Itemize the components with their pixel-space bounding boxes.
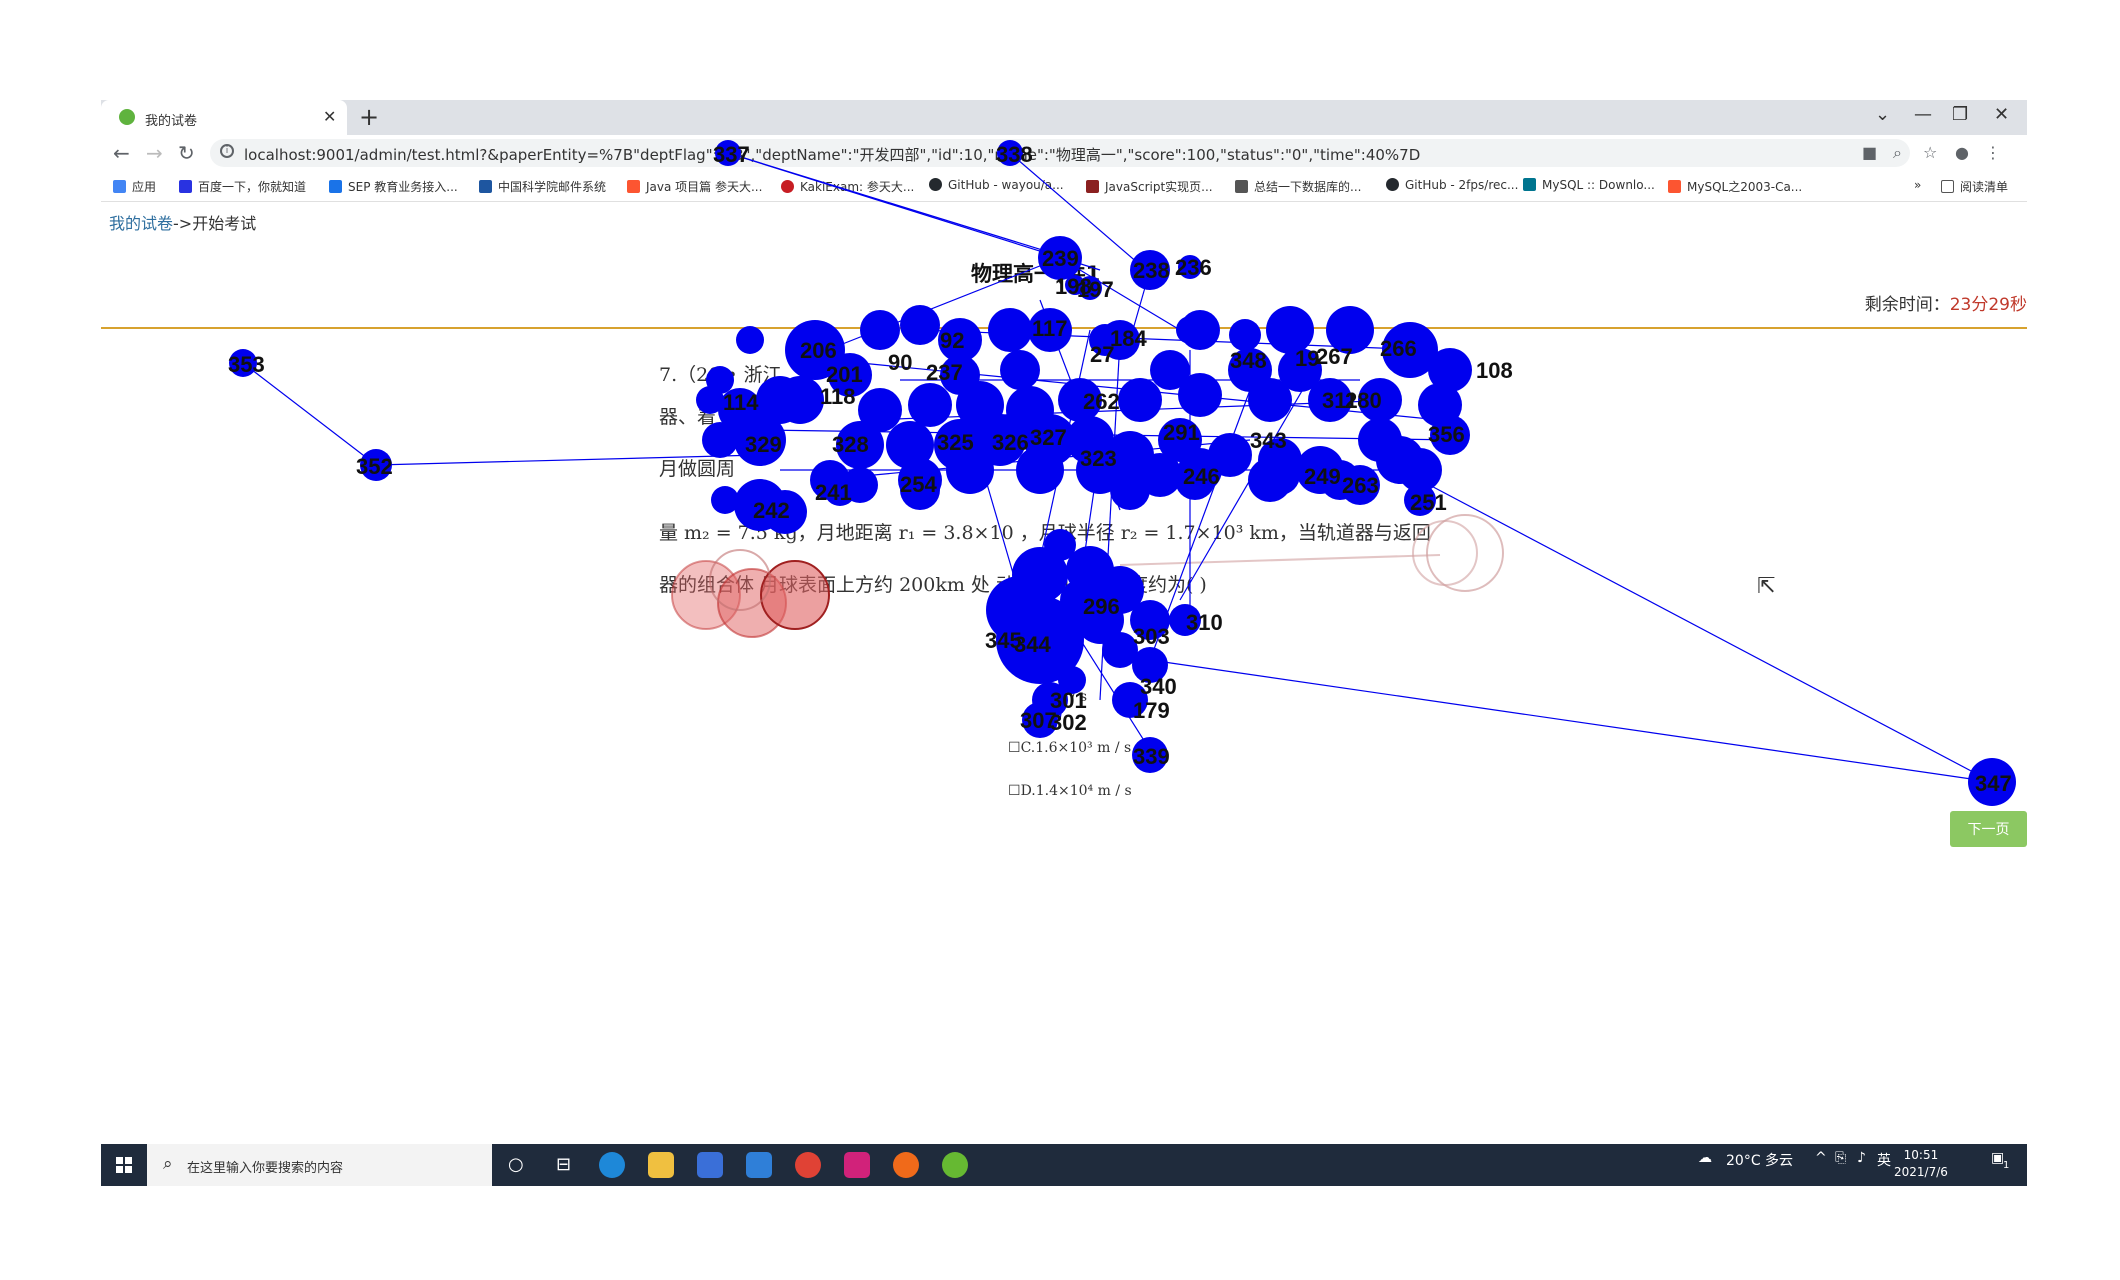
svg-text:179: 179 (1133, 698, 1170, 723)
svg-text:92: 92 (940, 328, 964, 353)
svg-text:326: 326 (992, 430, 1029, 455)
svg-text:310: 310 (1186, 610, 1223, 635)
svg-text:325: 325 (937, 430, 974, 455)
svg-text:251: 251 (1410, 490, 1447, 515)
svg-text:302: 302 (1050, 710, 1087, 735)
svg-text:303: 303 (1133, 624, 1170, 649)
svg-text:337: 337 (713, 142, 750, 167)
svg-text:241: 241 (815, 480, 852, 505)
svg-text:262: 262 (1083, 389, 1120, 414)
svg-text:249: 249 (1304, 464, 1341, 489)
svg-text:184: 184 (1110, 326, 1147, 351)
svg-text:206: 206 (800, 338, 837, 363)
svg-text:90: 90 (888, 350, 912, 375)
svg-text:352: 352 (356, 454, 393, 479)
svg-text:27: 27 (1090, 342, 1114, 367)
svg-text:328: 328 (832, 432, 869, 457)
force-graph-overlay: 337 338 239 238 236 197 198 353 352 206 … (228, 140, 2016, 806)
svg-text:356: 356 (1428, 422, 1465, 447)
svg-text:118: 118 (820, 384, 856, 409)
svg-text:323: 323 (1080, 446, 1117, 471)
svg-text:237: 237 (926, 360, 963, 385)
svg-text:254: 254 (900, 472, 937, 497)
svg-text:329: 329 (745, 432, 782, 457)
svg-text:108: 108 (1476, 358, 1513, 383)
svg-text:348: 348 (1230, 348, 1267, 373)
svg-text:311: 311 (1322, 388, 1358, 413)
svg-text:236: 236 (1175, 255, 1212, 280)
svg-text:353: 353 (228, 352, 265, 377)
svg-text:327: 327 (1030, 425, 1067, 450)
svg-text:238: 238 (1133, 258, 1170, 283)
svg-text:266: 266 (1380, 336, 1417, 361)
svg-text:263: 263 (1342, 473, 1379, 498)
svg-text:339: 339 (1133, 744, 1170, 769)
svg-text:117: 117 (1032, 316, 1068, 341)
svg-text:246: 246 (1183, 464, 1220, 489)
svg-text:347: 347 (1975, 771, 2012, 796)
svg-text:239: 239 (1042, 246, 1079, 271)
svg-text:291: 291 (1163, 420, 1200, 445)
svg-text:296: 296 (1083, 594, 1120, 619)
graph-nodes (229, 140, 2016, 806)
svg-text:19: 19 (1295, 346, 1319, 371)
svg-text:343: 343 (1250, 428, 1287, 453)
svg-text:340: 340 (1140, 674, 1177, 699)
svg-text:267: 267 (1316, 344, 1353, 369)
svg-text:198: 198 (1055, 274, 1092, 299)
svg-text:242: 242 (753, 498, 790, 523)
svg-text:114: 114 (723, 390, 759, 415)
svg-text:338: 338 (996, 142, 1033, 167)
svg-text:344: 344 (1014, 632, 1051, 657)
